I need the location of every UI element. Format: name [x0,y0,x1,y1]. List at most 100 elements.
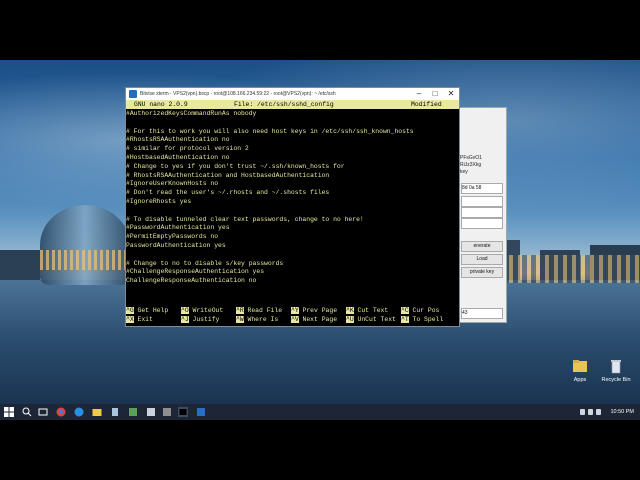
app-icon[interactable] [146,407,156,417]
nano-shortcut: ^T To Spell [401,315,443,324]
terminal-line: #PermitEmptyPasswords no [126,233,219,241]
nano-file-label: File: /etc/ssh/sshd_config [234,101,334,108]
dialog-text: key [460,169,468,175]
nano-shortcut-key: ^V [291,316,299,323]
save-private-key-button[interactable]: private key [461,267,503,278]
close-button[interactable]: ✕ [443,88,459,100]
nano-shortcut: ^J Justify [181,315,219,324]
bitvise-app-icon [129,90,137,98]
nano-shortcut-key: ^X [126,316,134,323]
nano-modified-status: Modified [411,101,442,108]
terminal-window[interactable]: Bitvise xterm - VPS2(vpn).bscp - root@10… [125,87,460,327]
nano-shortcut-label: UnCut Text [357,316,396,323]
dialog-field-empty[interactable] [461,207,503,218]
nano-shortcut-key: ^K [346,307,354,314]
nano-version: GNU nano 2.0.9 [134,101,188,108]
terminal-line: #ChallengeResponseAuthentication yes [126,268,265,276]
network-icon[interactable] [580,409,585,415]
dialog-field-empty[interactable] [461,196,503,207]
nano-shortcut: ^X Exit [126,315,153,324]
terminal-line: # To disable tunneled clear text passwor… [126,215,364,223]
background-dialog-window[interactable]: PFsGvO1 RiJz3Xkg key 8d 0a 58 enerate Lo… [455,107,507,323]
nano-shortcut-key: ^O [181,307,189,314]
terminal-line: # Don't read the user's ~/.rhosts and ~/… [126,189,330,197]
nano-shortcut-key: ^C [401,307,409,314]
desktop-icon-apps[interactable]: Apps [560,358,600,383]
nano-shortcut: ^G Get Help [126,306,168,315]
terminal-titlebar[interactable]: Bitvise xterm - VPS2(vpn).bscp - root@10… [126,88,459,100]
nano-shortcut-label: Get Help [137,307,169,314]
terminal-title: Bitvise xterm - VPS2(vpn).bscp - root@10… [140,91,336,97]
app-icon[interactable] [162,407,172,417]
city-hall-building [40,205,130,285]
terminal-text-area[interactable]: #AuthorizedKeysCommandRunAs nobody # For … [126,109,459,304]
nano-shortcut-key: ^U [346,316,354,323]
nano-shortcut: ^O WriteOut [181,306,223,315]
terminal-line: # RhostsRSAAuthentication and HostbasedA… [126,171,330,179]
desktop-icon-label: Apps [573,377,587,383]
task-view-icon[interactable] [38,407,48,417]
terminal-line: # similar for protocol version 2 [126,145,249,153]
search-icon[interactable] [22,407,32,417]
volume-icon[interactable] [588,409,593,415]
nano-shortcut-label: Prev Page [302,307,338,314]
windows-start-icon[interactable] [4,407,14,417]
taskbar-clock[interactable]: 10:50 PM [610,404,634,420]
nano-shortcut: ^U UnCut Text [346,315,396,324]
maximize-button[interactable]: □ [427,88,443,100]
nano-shortcut: ^K Cut Text [346,306,388,315]
city-lights-right [500,255,640,283]
terminal-line: #AuthorizedKeysCommandRunAs nobody [126,110,257,117]
nano-shortcut-key: ^Y [291,307,299,314]
notification-icon[interactable] [596,409,601,415]
nano-shortcut-label: WriteOut [192,307,224,314]
app-icon[interactable] [128,407,138,417]
nano-shortcut-key: ^W [236,316,244,323]
desktop-icon-recycle-bin[interactable]: Recycle Bin [596,358,636,383]
terminal-line: #IgnoreUserKnownHosts no [126,180,219,188]
terminal-line: # For this to work you will also need ho… [126,127,414,135]
taskbar: 10:50 PM [0,404,640,420]
terminal-line: # Change to yes if you don't trust ~/.ss… [126,162,345,170]
chrome-icon[interactable] [56,407,66,417]
dialog-field-empty[interactable] [461,218,503,229]
nano-shortcut-row-2: ^X Exit ^J Justify ^W Where Is ^V Next Page… [126,315,459,324]
bitvise-client-taskbar-icon[interactable] [196,407,206,417]
city-lights [40,250,130,270]
terminal-line: #RhostsRSAAuthentication no [126,136,230,144]
nano-shortcut: ^R Read File [236,306,282,315]
edge-icon[interactable] [74,407,84,417]
desktop-icon-label: Recycle Bin [601,377,631,383]
dialog-field[interactable]: 8d 0a 58 [461,183,503,194]
nano-shortcut-label: Next Page [302,316,338,323]
nano-shortcut-key: ^G [126,307,134,314]
file-explorer-icon[interactable] [92,407,102,417]
nano-shortcut: ^W Where Is [236,315,278,324]
tools-icon[interactable] [110,407,120,417]
load-button[interactable]: Load [461,254,503,265]
minimize-button[interactable]: – [411,88,427,100]
terminal-line: #IgnoreRhosts yes [126,198,192,205]
nano-shortcut-label: Where Is [247,316,279,323]
nano-shortcut-label: Exit [137,316,153,323]
letterbox-bottom [0,420,640,480]
terminal-line: #PasswordAuthentication yes [126,224,230,232]
nano-shortcut: ^V Next Page [291,315,337,324]
nano-shortcut: ^Y Prev Page [291,306,337,315]
nano-shortcut-key: ^R [236,307,244,314]
nano-shortcut-label: Cur Pos [412,307,440,314]
nano-shortcut-key: ^T [401,316,409,323]
letterbox-top [0,0,640,60]
nano-shortcut-row-1: ^G Get Help ^O WriteOut ^R Read File ^Y Pre… [126,306,459,315]
terminal-line: #HostbasedAuthentication no [126,154,230,161]
generate-button[interactable]: enerate [461,241,503,252]
nano-shortcut-label: Justify [192,316,220,323]
nano-header-bar: GNU nano 2.0.9 File: /etc/ssh/sshd_confi… [126,100,459,109]
bitvise-terminal-taskbar-icon[interactable] [178,407,188,417]
nano-shortcut-label: Read File [247,307,283,314]
terminal-line: # Change to no to disable s/key password… [126,259,284,267]
dialog-field[interactable]: 43 [461,308,503,319]
terminal-line: ChallengeResponseAuthentication no [126,277,257,285]
nano-shortcut-label: Cut Text [357,307,389,314]
nano-shortcut-label: To Spell [412,316,444,323]
